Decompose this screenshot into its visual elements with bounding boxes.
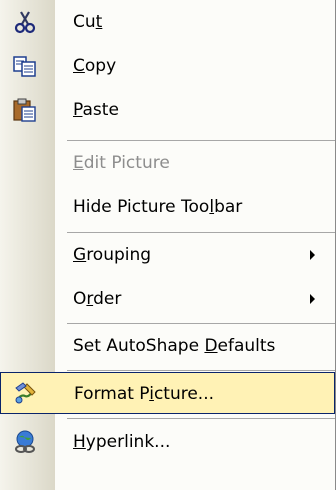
- scissors-icon: [12, 9, 38, 35]
- menu-item-order[interactable]: Order: [0, 277, 335, 321]
- menu-item-edit-picture: Edit Picture: [0, 141, 335, 185]
- format-picture-icon: [13, 380, 39, 406]
- menu-item-format-picture[interactable]: Format Picture...: [0, 372, 335, 414]
- menu-item-grouping[interactable]: Grouping: [0, 233, 335, 277]
- menu-item-label: Hide Picture Toolbar: [73, 197, 243, 217]
- menu-item-label: Cut: [73, 12, 103, 32]
- menu-item-label: Hyperlink...: [73, 432, 171, 452]
- menu-separator: [67, 370, 335, 371]
- menu-item-cut[interactable]: Cut: [0, 0, 335, 44]
- menu-item-label: Paste: [73, 100, 119, 120]
- menu-item-label: Set AutoShape Defaults: [73, 336, 276, 356]
- menu-item-label: Order: [73, 289, 122, 309]
- menu-separator: [67, 418, 335, 419]
- copy-icon: [12, 53, 38, 79]
- context-menu: Cut Copy Paste Edit Picture Hide Picture…: [0, 0, 336, 490]
- menu-item-label: Edit Picture: [73, 153, 170, 173]
- hyperlink-icon: [12, 429, 38, 455]
- menu-item-label: Grouping: [73, 245, 152, 265]
- menu-item-label: Copy: [73, 56, 117, 76]
- menu-item-set-autoshape-defaults[interactable]: Set AutoShape Defaults: [0, 324, 335, 368]
- paste-icon: [12, 97, 38, 123]
- menu-item-hide-picture-toolbar[interactable]: Hide Picture Toolbar: [0, 185, 335, 229]
- menu-item-label: Format Picture...: [74, 384, 215, 404]
- menu-item-paste[interactable]: Paste: [0, 88, 335, 132]
- submenu-arrow-icon: [310, 294, 315, 304]
- menu-item-copy[interactable]: Copy: [0, 44, 335, 88]
- submenu-arrow-icon: [310, 250, 315, 260]
- menu-item-hyperlink[interactable]: Hyperlink...: [0, 420, 335, 464]
